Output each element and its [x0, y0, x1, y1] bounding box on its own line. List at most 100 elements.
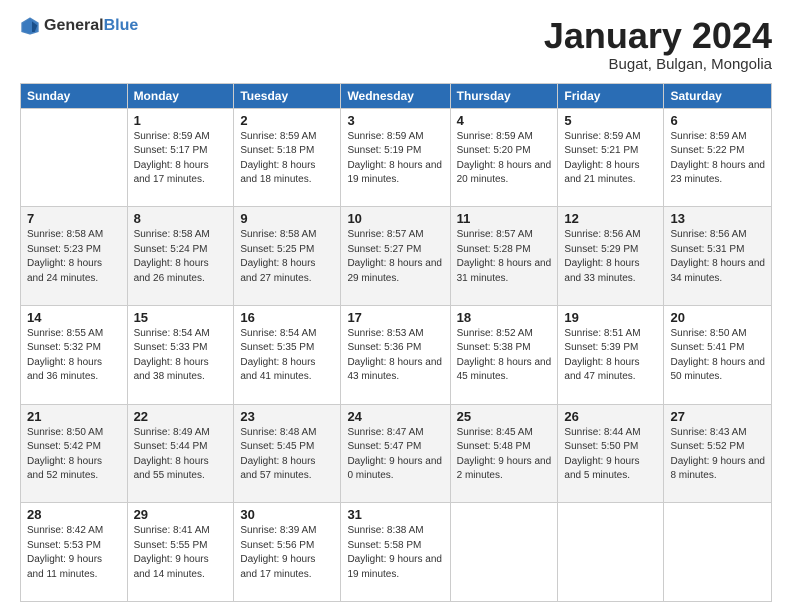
weekday-header-monday: Monday: [127, 83, 234, 108]
calendar-cell: 29 Sunrise: 8:41 AMSunset: 5:55 PMDayligh…: [127, 503, 234, 602]
day-number: 23: [240, 409, 334, 424]
calendar-cell: 8 Sunrise: 8:58 AMSunset: 5:24 PMDaylight…: [127, 207, 234, 306]
calendar-cell: 3Sunrise: 8:59 AMSunset: 5:19 PMDaylight…: [341, 108, 450, 207]
day-number: 30: [240, 507, 334, 522]
calendar-cell: 24 Sunrise: 8:47 AMSunset: 5:47 PMDayligh…: [341, 404, 450, 503]
weekday-header-wednesday: Wednesday: [341, 83, 450, 108]
location-subtitle: Bugat, Bulgan, Mongolia: [544, 56, 772, 73]
day-number: 28: [27, 507, 121, 522]
calendar-cell: 21Sunrise: 8:50 AMSunset: 5:42 PMDayligh…: [21, 404, 128, 503]
day-number: 13: [670, 211, 765, 226]
calendar-cell: 27 Sunrise: 8:43 AMSunset: 5:52 PMDayligh…: [664, 404, 772, 503]
day-number: 7: [27, 211, 121, 226]
calendar-cell: [664, 503, 772, 602]
day-number: 21: [27, 409, 121, 424]
day-info: Sunrise: 8:54 AMSunset: 5:33 PMDaylight:…: [134, 327, 228, 385]
day-number: 17: [347, 310, 443, 325]
day-info: Sunrise: 8:58 AMSunset: 5:25 PMDaylight:…: [240, 228, 334, 286]
weekday-header-thursday: Thursday: [450, 83, 558, 108]
calendar-cell: 19 Sunrise: 8:51 AMSunset: 5:39 PMDayligh…: [558, 305, 664, 404]
day-number: 4: [457, 113, 552, 128]
calendar-week-row: 28 Sunrise: 8:42 AMSunset: 5:53 PMDayligh…: [21, 503, 772, 602]
day-info: Sunrise: 8:57 AMSunset: 5:28 PMDaylight:…: [457, 228, 552, 286]
day-info: Sunrise: 8:59 AMSunset: 5:19 PMDaylight:…: [347, 130, 443, 188]
calendar-cell: 9 Sunrise: 8:58 AMSunset: 5:25 PMDaylight…: [234, 207, 341, 306]
day-number: 1: [134, 113, 228, 128]
header: General Blue January 2024 Bugat, Bulgan,…: [20, 16, 772, 73]
calendar-cell: 16 Sunrise: 8:54 AMSunset: 5:35 PMDayligh…: [234, 305, 341, 404]
calendar-cell: 10 Sunrise: 8:57 AMSunset: 5:27 PMDayligh…: [341, 207, 450, 306]
day-info: Sunrise: 8:59 AMSunset: 5:20 PMDaylight:…: [457, 130, 552, 188]
day-number: 16: [240, 310, 334, 325]
calendar-cell: 5Sunrise: 8:59 AMSunset: 5:21 PMDaylight…: [558, 108, 664, 207]
day-info: Sunrise: 8:58 AMSunset: 5:23 PMDaylight:…: [27, 228, 121, 286]
day-info: Sunrise: 8:54 AMSunset: 5:35 PMDaylight:…: [240, 327, 334, 385]
day-number: 29: [134, 507, 228, 522]
day-number: 22: [134, 409, 228, 424]
day-number: 27: [670, 409, 765, 424]
calendar-cell: 2 Sunrise: 8:59 AMSunset: 5:18 PMDaylight…: [234, 108, 341, 207]
weekday-header-friday: Friday: [558, 83, 664, 108]
day-number: 6: [670, 113, 765, 128]
calendar-cell: 1Sunrise: 8:59 AMSunset: 5:17 PMDaylight…: [127, 108, 234, 207]
day-info: Sunrise: 8:57 AMSunset: 5:27 PMDaylight:…: [347, 228, 443, 286]
calendar-cell: 28 Sunrise: 8:42 AMSunset: 5:53 PMDayligh…: [21, 503, 128, 602]
day-info: Sunrise: 8:44 AMSunset: 5:50 PMDaylight:…: [564, 426, 657, 484]
day-number: 14: [27, 310, 121, 325]
calendar-cell: 22 Sunrise: 8:49 AMSunset: 5:44 PMDayligh…: [127, 404, 234, 503]
day-number: 12: [564, 211, 657, 226]
day-number: 9: [240, 211, 334, 226]
day-info: Sunrise: 8:47 AMSunset: 5:47 PMDaylight:…: [347, 426, 443, 484]
day-number: 2: [240, 113, 334, 128]
day-info: Sunrise: 8:56 AMSunset: 5:29 PMDaylight:…: [564, 228, 657, 286]
calendar-cell: [558, 503, 664, 602]
calendar-week-row: 1Sunrise: 8:59 AMSunset: 5:17 PMDaylight…: [21, 108, 772, 207]
calendar-cell: 20 Sunrise: 8:50 AMSunset: 5:41 PMDayligh…: [664, 305, 772, 404]
day-number: 20: [670, 310, 765, 325]
day-info: Sunrise: 8:59 AMSunset: 5:22 PMDaylight:…: [670, 130, 765, 188]
calendar-table: SundayMondayTuesdayWednesdayThursdayFrid…: [20, 83, 772, 602]
day-info: Sunrise: 8:53 AMSunset: 5:36 PMDaylight:…: [347, 327, 443, 385]
month-title: January 2024: [544, 16, 772, 56]
title-block: January 2024 Bugat, Bulgan, Mongolia: [544, 16, 772, 73]
calendar-cell: 13Sunrise: 8:56 AMSunset: 5:31 PMDayligh…: [664, 207, 772, 306]
logo-general: General: [44, 17, 104, 35]
day-info: Sunrise: 8:38 AMSunset: 5:58 PMDaylight:…: [347, 524, 443, 582]
day-info: Sunrise: 8:58 AMSunset: 5:24 PMDaylight:…: [134, 228, 228, 286]
day-info: Sunrise: 8:48 AMSunset: 5:45 PMDaylight:…: [240, 426, 334, 484]
day-number: 31: [347, 507, 443, 522]
calendar-cell: 30 Sunrise: 8:39 AMSunset: 5:56 PMDayligh…: [234, 503, 341, 602]
day-info: Sunrise: 8:51 AMSunset: 5:39 PMDaylight:…: [564, 327, 657, 385]
day-info: Sunrise: 8:49 AMSunset: 5:44 PMDaylight:…: [134, 426, 228, 484]
calendar-week-row: 14Sunrise: 8:55 AMSunset: 5:32 PMDayligh…: [21, 305, 772, 404]
calendar-cell: 31 Sunrise: 8:38 AMSunset: 5:58 PMDayligh…: [341, 503, 450, 602]
day-info: Sunrise: 8:39 AMSunset: 5:56 PMDaylight:…: [240, 524, 334, 582]
day-info: Sunrise: 8:59 AMSunset: 5:18 PMDaylight:…: [240, 130, 334, 188]
day-number: 25: [457, 409, 552, 424]
calendar-cell: [21, 108, 128, 207]
logo-blue: Blue: [104, 17, 139, 35]
calendar-cell: 11Sunrise: 8:57 AMSunset: 5:28 PMDayligh…: [450, 207, 558, 306]
logo-icon: [20, 16, 40, 36]
calendar-cell: 14Sunrise: 8:55 AMSunset: 5:32 PMDayligh…: [21, 305, 128, 404]
day-number: 15: [134, 310, 228, 325]
calendar-cell: 17 Sunrise: 8:53 AMSunset: 5:36 PMDayligh…: [341, 305, 450, 404]
day-info: Sunrise: 8:43 AMSunset: 5:52 PMDaylight:…: [670, 426, 765, 484]
day-number: 10: [347, 211, 443, 226]
day-info: Sunrise: 8:41 AMSunset: 5:55 PMDaylight:…: [134, 524, 228, 582]
day-info: Sunrise: 8:52 AMSunset: 5:38 PMDaylight:…: [457, 327, 552, 385]
day-number: 26: [564, 409, 657, 424]
day-number: 8: [134, 211, 228, 226]
page: General Blue January 2024 Bugat, Bulgan,…: [0, 0, 792, 612]
calendar-cell: 18Sunrise: 8:52 AMSunset: 5:38 PMDayligh…: [450, 305, 558, 404]
weekday-header-saturday: Saturday: [664, 83, 772, 108]
day-info: Sunrise: 8:50 AMSunset: 5:41 PMDaylight:…: [670, 327, 765, 385]
day-info: Sunrise: 8:42 AMSunset: 5:53 PMDaylight:…: [27, 524, 121, 582]
day-info: Sunrise: 8:45 AMSunset: 5:48 PMDaylight:…: [457, 426, 552, 484]
day-number: 5: [564, 113, 657, 128]
calendar-cell: 26 Sunrise: 8:44 AMSunset: 5:50 PMDayligh…: [558, 404, 664, 503]
day-number: 19: [564, 310, 657, 325]
weekday-header-row: SundayMondayTuesdayWednesdayThursdayFrid…: [21, 83, 772, 108]
calendar-cell: 23 Sunrise: 8:48 AMSunset: 5:45 PMDayligh…: [234, 404, 341, 503]
day-number: 24: [347, 409, 443, 424]
